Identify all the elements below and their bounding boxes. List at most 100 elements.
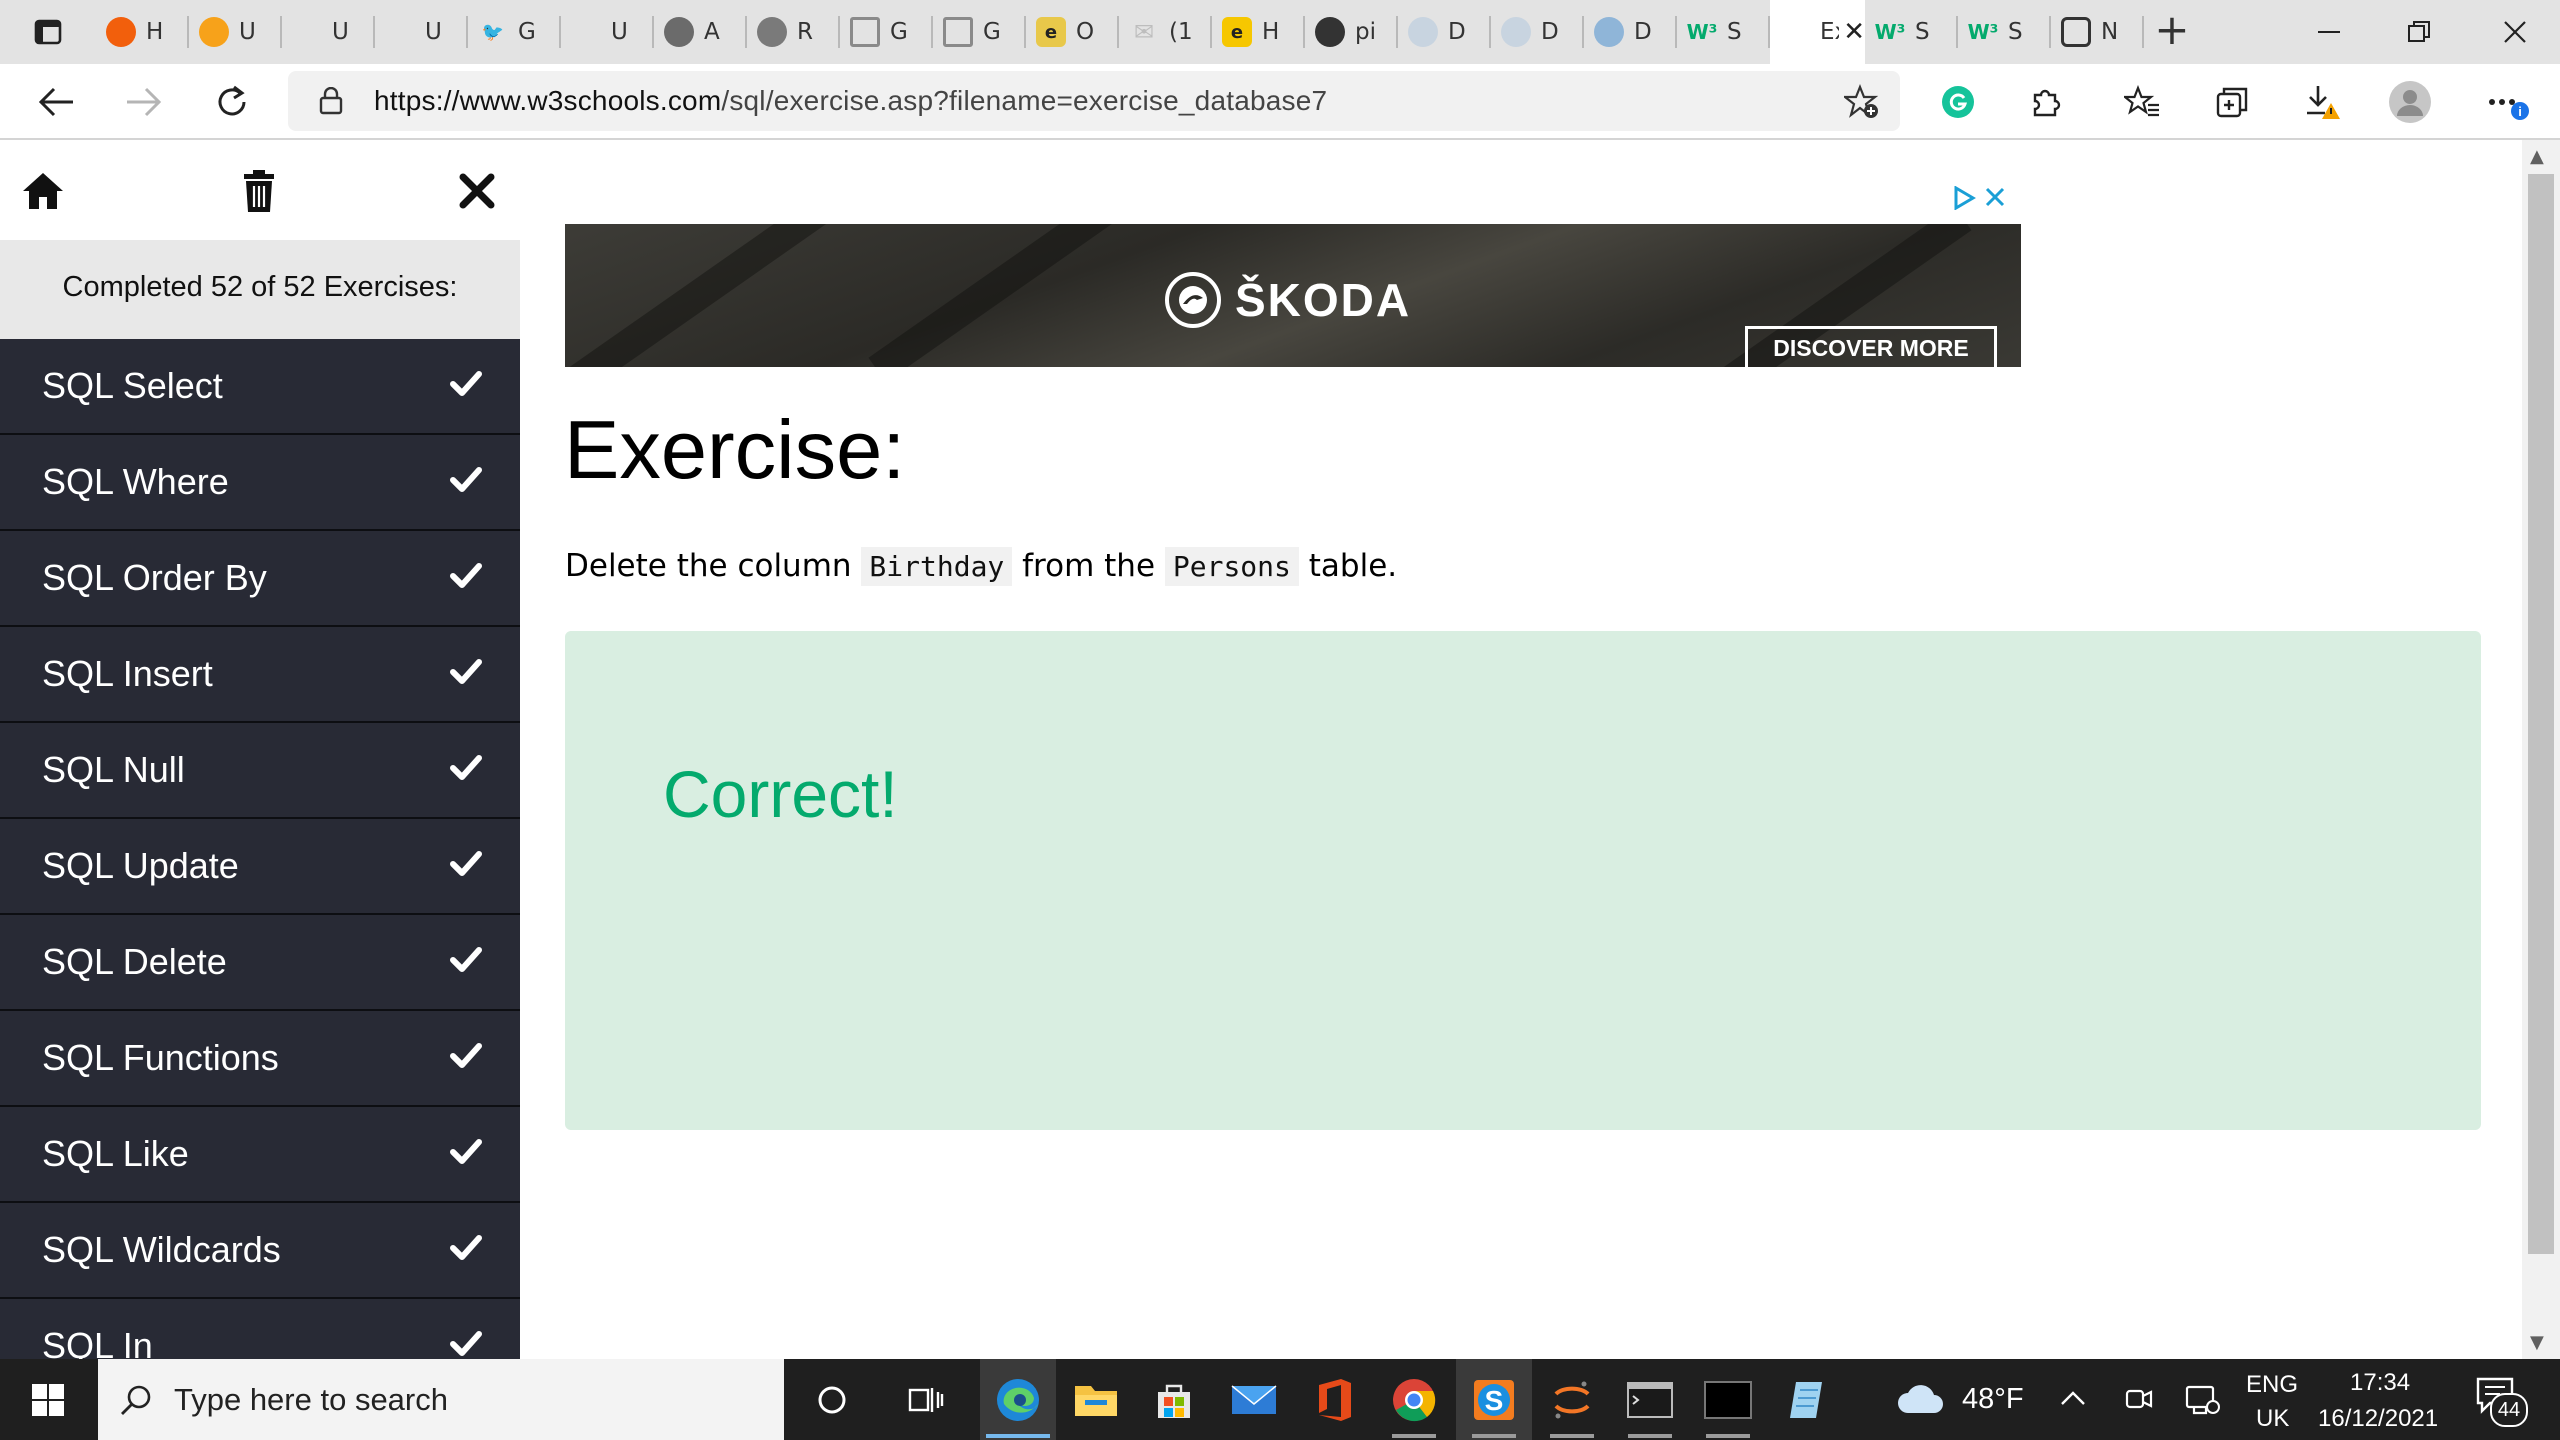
weather-temperature[interactable]: 48°F [1962, 1383, 2024, 1416]
exercise-list-item[interactable]: SQL Functions [0, 1011, 520, 1107]
grammarly-icon [1942, 86, 1974, 118]
exercise-list-item[interactable]: SQL Delete [0, 915, 520, 1011]
browser-tab[interactable]: 🐦 G [468, 0, 561, 64]
tab-title: G [983, 19, 1001, 45]
forward-button[interactable] [122, 80, 166, 124]
browser-tab[interactable]: G [933, 0, 1026, 64]
notification-center-button[interactable]: 44 [2472, 1373, 2532, 1429]
taskbar-office[interactable] [1296, 1359, 1372, 1440]
ad-choices[interactable] [1952, 186, 2006, 210]
scroll-down-arrow-icon[interactable]: ▼ [2530, 1332, 2544, 1353]
browser-toolbar: https://www.w3schools.com/sql/exercise.a… [0, 64, 2560, 140]
profile-button[interactable] [2388, 80, 2432, 124]
close-ad-icon[interactable] [1984, 186, 2006, 208]
clock-date[interactable]: 16/12/2021 [2318, 1405, 2438, 1433]
browser-tab[interactable]: W³ S [1865, 0, 1958, 64]
close-tab-icon[interactable]: ✕ [1843, 17, 1865, 47]
settings-menu-button[interactable]: i [2486, 80, 2530, 124]
tab-title: D [1541, 19, 1559, 45]
browser-tab[interactable]: A [654, 0, 747, 64]
browser-tab[interactable]: D [1491, 0, 1584, 64]
taskbar-command-prompt[interactable] [1612, 1359, 1688, 1440]
browser-tab[interactable]: ✉ (1 [1119, 0, 1212, 64]
add-favorite-icon[interactable] [1844, 84, 1880, 120]
taskbar-file-explorer[interactable] [1058, 1359, 1134, 1440]
exercise-list-item[interactable]: SQL Select [0, 339, 520, 435]
taskbar-skype[interactable]: S [1456, 1359, 1532, 1440]
adchoices-play-icon[interactable] [1952, 186, 1976, 210]
browser-tab[interactable]: D [1398, 0, 1491, 64]
exercise-list-item[interactable]: SQL Like [0, 1107, 520, 1203]
reset-progress-button[interactable] [234, 166, 284, 216]
minimize-window-button[interactable] [2284, 0, 2374, 64]
meet-now-camera-icon[interactable] [2124, 1383, 2154, 1415]
close-sidebar-button[interactable] [452, 166, 502, 216]
start-button[interactable] [0, 1359, 96, 1440]
browser-tab[interactable]: eH [1212, 0, 1305, 64]
taskbar-edge[interactable] [980, 1359, 1056, 1440]
checkmark-icon [450, 1139, 482, 1164]
taskbar-microsoft-store[interactable] [1136, 1359, 1212, 1440]
page-scrollbar[interactable]: ▲ ▼ [2522, 140, 2560, 1359]
exercise-list-item[interactable]: SQL Order By [0, 531, 520, 627]
favorites-button[interactable] [2120, 80, 2164, 124]
browser-tab[interactable]: W³ S [1677, 0, 1770, 64]
taskbar-search-box[interactable]: Type here to search [98, 1359, 784, 1440]
grammarly-extension-button[interactable] [1936, 80, 1980, 124]
browser-tab-active[interactable]: Ex✕ [1770, 0, 1865, 64]
taskbar-notepad[interactable] [1770, 1359, 1846, 1440]
ad-discover-more-button[interactable]: DISCOVER MORE [1745, 326, 1997, 367]
show-hidden-icons-chevron-icon[interactable] [2060, 1389, 2086, 1407]
browser-tab[interactable]: G [840, 0, 933, 64]
browser-tab[interactable]: R [747, 0, 840, 64]
exercise-list-item[interactable]: SQL Wildcards [0, 1203, 520, 1299]
network-ethernet-icon[interactable] [2184, 1381, 2220, 1417]
weather-cloud-icon[interactable] [1896, 1381, 1944, 1417]
taskbar-chrome[interactable] [1376, 1359, 1452, 1440]
task-view-button[interactable] [888, 1359, 964, 1440]
browser-tab[interactable]: W³ S [1958, 0, 2051, 64]
clock-time[interactable]: 17:34 [2350, 1369, 2410, 1397]
exercise-list-item[interactable]: SQL Where [0, 435, 520, 531]
keyboard-layout[interactable]: UK [2256, 1405, 2289, 1433]
browser-tab[interactable]: U [375, 0, 468, 64]
tab-actions-menu-button[interactable] [16, 12, 80, 52]
new-tab-button[interactable]: + [2150, 9, 2194, 54]
scrollbar-thumb[interactable] [2528, 174, 2554, 1254]
address-bar[interactable]: https://www.w3schools.com/sql/exercise.a… [288, 71, 1900, 131]
exercise-list-item[interactable]: SQL Update [0, 819, 520, 915]
exercise-list-item[interactable]: SQL In [0, 1299, 520, 1359]
taskbar-jupyter[interactable] [1534, 1359, 1610, 1440]
close-window-button[interactable] [2470, 0, 2560, 64]
chrome-icon [1393, 1378, 1436, 1421]
scroll-up-arrow-icon[interactable]: ▲ [2530, 146, 2544, 167]
browser-tab[interactable]: U [189, 0, 282, 64]
advertisement-banner[interactable]: ŠKODA DISCOVER MORE [565, 224, 2021, 367]
cortana-button[interactable] [794, 1359, 870, 1440]
url-text[interactable]: https://www.w3schools.com/sql/exercise.a… [374, 85, 1327, 117]
restore-window-button[interactable] [2374, 0, 2464, 64]
browser-tab[interactable]: eO [1026, 0, 1119, 64]
exercise-list-item[interactable]: SQL Null [0, 723, 520, 819]
browser-tab[interactable]: pi [1305, 0, 1398, 64]
checkmark-icon [450, 563, 482, 588]
refresh-button[interactable] [210, 80, 254, 124]
tab-title: U [239, 19, 256, 45]
blank-icon [1780, 17, 1810, 47]
twitter-icon: 🐦 [481, 21, 505, 43]
browser-tab[interactable]: D [1584, 0, 1677, 64]
back-button[interactable] [34, 80, 78, 124]
w3schools-icon: W³ [1874, 20, 1906, 44]
browser-tab[interactable]: U [282, 0, 375, 64]
browser-tab[interactable]: N [2051, 0, 2144, 64]
browser-tab[interactable]: H [96, 0, 189, 64]
browser-tab[interactable]: U [561, 0, 654, 64]
extensions-button[interactable] [2024, 80, 2068, 124]
taskbar-mail[interactable] [1216, 1359, 1292, 1440]
downloads-button[interactable] [2300, 80, 2344, 124]
input-language[interactable]: ENG [2246, 1371, 2298, 1399]
collections-button[interactable] [2210, 80, 2254, 124]
taskbar-terminal[interactable] [1690, 1359, 1766, 1440]
home-button[interactable] [18, 166, 68, 216]
exercise-list-item[interactable]: SQL Insert [0, 627, 520, 723]
